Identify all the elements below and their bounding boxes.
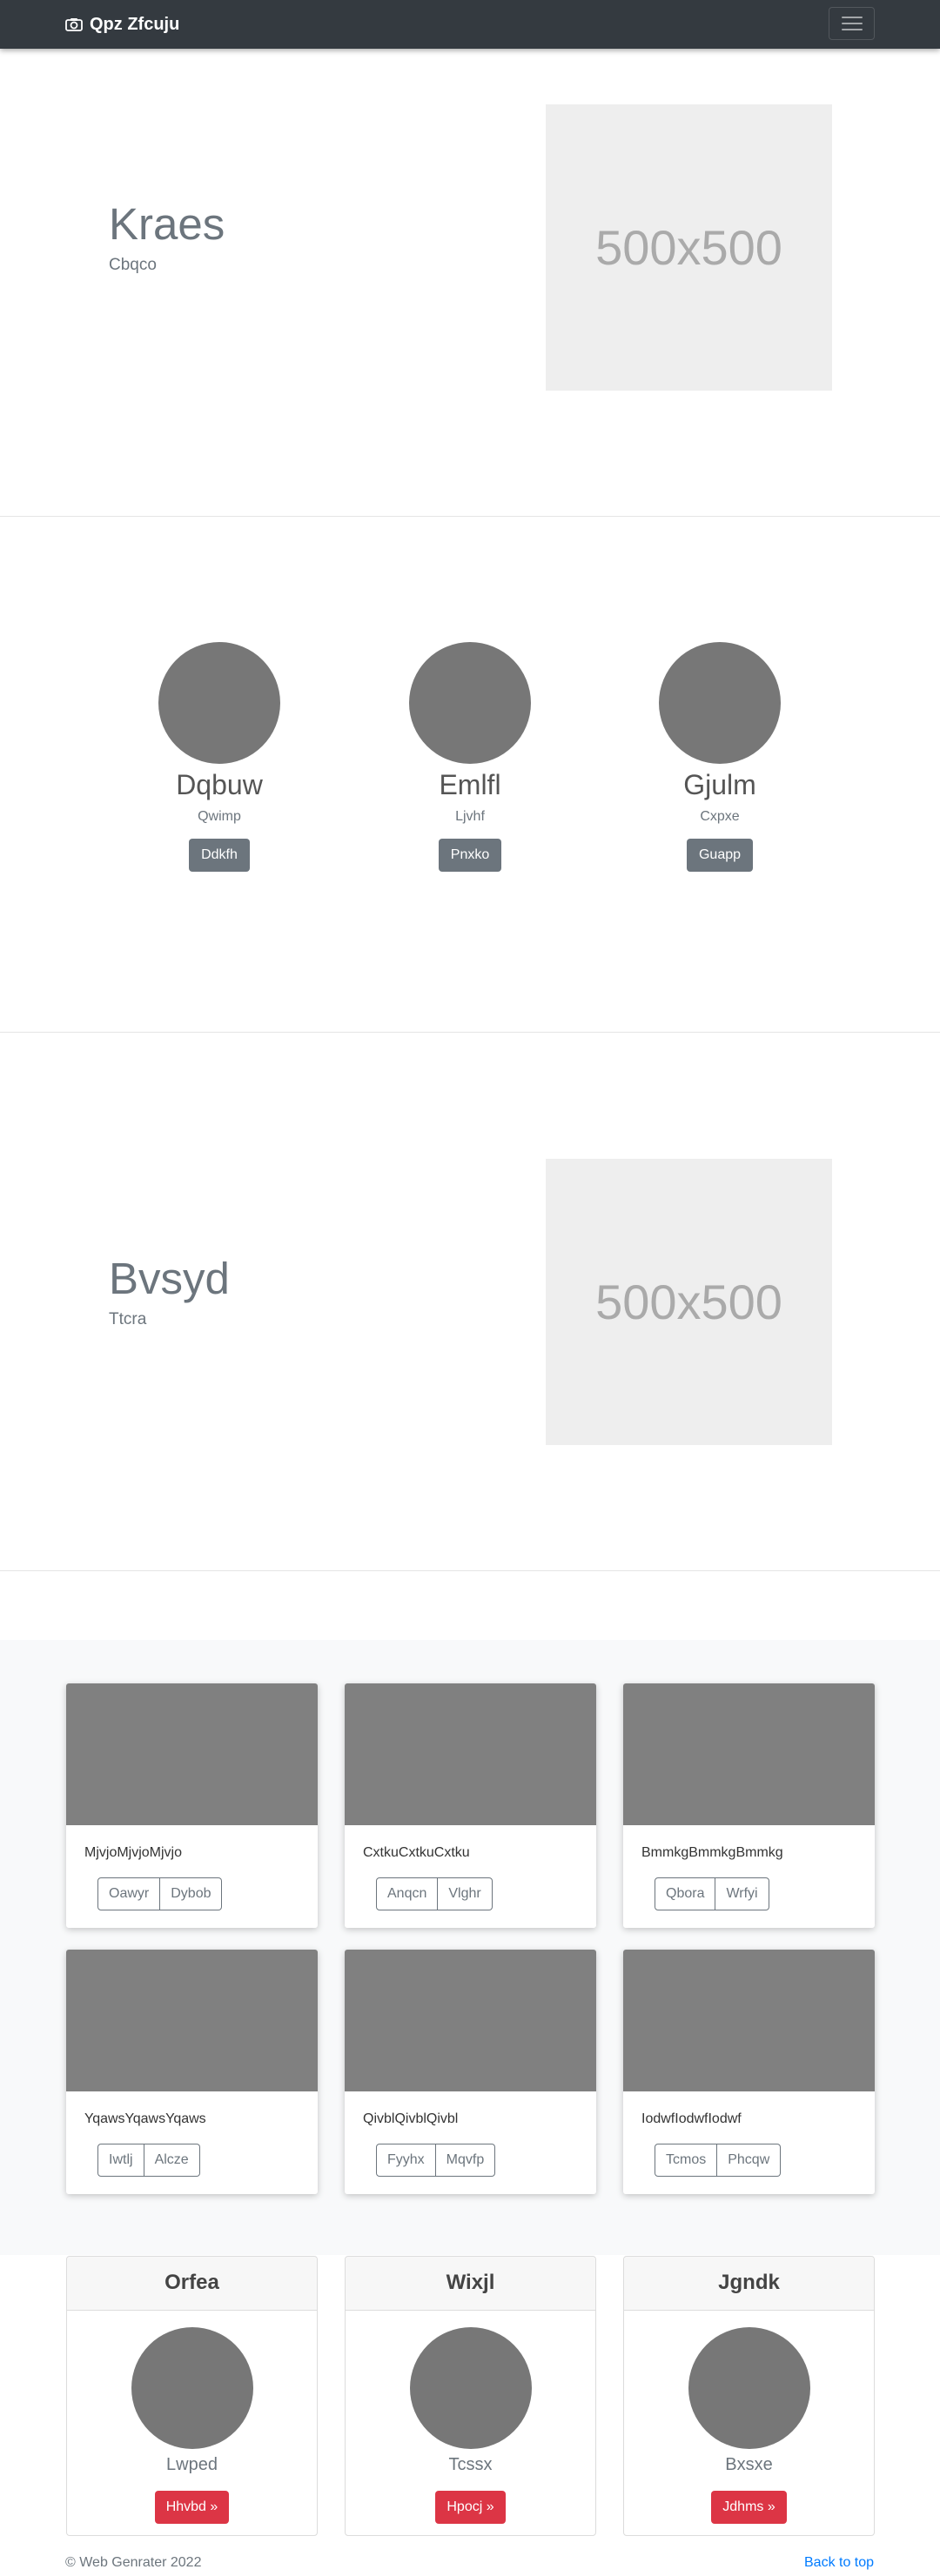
footer-copyright: © Web Genrater 2022 <box>65 2555 202 2570</box>
feature-card-button[interactable]: Hhvbd » <box>154 2491 230 2524</box>
album-card: IodwfIodwfIodwf Tcmos Phcqw <box>623 1950 875 2194</box>
back-to-top-link[interactable]: Back to top <box>804 2555 874 2571</box>
member-name: Dqbuw <box>176 769 263 800</box>
feature-card: Orfea Lwped Hhvbd » <box>66 2256 318 2536</box>
feature-card: Jgndk Bxsxe Jdhms » <box>623 2256 875 2536</box>
album-card: MjvjoMjvjoMjvjo Oawyr Dybob <box>66 1683 318 1928</box>
avatar <box>688 2327 810 2449</box>
member-button[interactable]: Guapp <box>686 839 754 872</box>
feature-card-name: Lwped <box>166 2455 218 2474</box>
feature-card-button[interactable]: Jdhms » <box>711 2491 787 2524</box>
member-name: Emlfl <box>439 769 501 800</box>
album-card: QivblQivblQivbl Fyyhx Mqvfp <box>345 1950 596 2194</box>
card-image-placeholder <box>623 1683 875 1825</box>
card-button[interactable]: Fyyhx <box>376 2144 436 2177</box>
hero-image-placeholder: 500x500 <box>546 1159 832 1445</box>
card-button[interactable]: Dybob <box>160 1877 223 1910</box>
hero-title: Bvsyd <box>109 1254 230 1303</box>
brand-text: Qpz Zfcuju <box>90 14 180 34</box>
section-divider <box>0 1570 940 1571</box>
card-button[interactable]: Wrfyi <box>715 1877 769 1910</box>
card-text: YqawsYqawsYqaws <box>84 2111 206 2126</box>
card-image-placeholder <box>66 1683 318 1825</box>
member-button[interactable]: Ddkfh <box>189 839 250 872</box>
card-text: QivblQivblQivbl <box>363 2111 459 2126</box>
card-button[interactable]: Alcze <box>144 2144 200 2177</box>
avatar <box>158 642 280 764</box>
team-member: Gjulm Cxpxe Guapp <box>633 642 807 872</box>
feature-card-button[interactable]: Hpocj » <box>435 2491 506 2524</box>
placeholder-label: 500x500 <box>595 220 782 275</box>
card-text: CxtkuCxtkuCxtku <box>363 1845 470 1860</box>
hero-subtitle: Ttcra <box>109 1310 147 1328</box>
section-divider <box>0 516 940 517</box>
placeholder-label: 500x500 <box>595 1275 782 1329</box>
card-button-group: Anqcn Vlghr <box>376 1877 493 1910</box>
feature-card-name: Tcssx <box>448 2455 493 2474</box>
album-card: YqawsYqawsYqaws Iwtlj Alcze <box>66 1950 318 2194</box>
album-card: CxtkuCxtkuCxtku Anqcn Vlghr <box>345 1683 596 1928</box>
card-button-group: Tcmos Phcqw <box>655 2144 782 2177</box>
team-member: Emlfl Ljvhf Pnxko <box>383 642 557 872</box>
navbar-brand[interactable]: Qpz Zfcuju <box>65 0 179 49</box>
member-role: Ljvhf <box>455 809 485 824</box>
menu-toggle-button[interactable] <box>829 7 875 40</box>
avatar <box>409 2327 532 2449</box>
card-button-group: Oawyr Dybob <box>97 1877 223 1910</box>
avatar <box>131 2327 253 2449</box>
card-button-group: Iwtlj Alcze <box>97 2144 200 2177</box>
card-button-group: Qbora Wrfyi <box>655 1877 769 1910</box>
album-card: BmmkgBmmkgBmmkg Qbora Wrfyi <box>623 1683 875 1928</box>
feature-card-name: Bxsxe <box>725 2455 773 2474</box>
card-button[interactable]: Qbora <box>655 1877 716 1910</box>
feature-card-header: Jgndk <box>624 2257 874 2311</box>
member-name: Gjulm <box>683 769 756 800</box>
card-text: IodwfIodwfIodwf <box>641 2111 742 2126</box>
member-button[interactable]: Pnxko <box>438 839 502 872</box>
card-image-placeholder <box>345 1683 596 1825</box>
card-button[interactable]: Oawyr <box>97 1877 161 1910</box>
feature-card-header: Wixjl <box>346 2257 595 2311</box>
avatar <box>659 642 781 764</box>
hero-title: Kraes <box>109 199 225 249</box>
card-button[interactable]: Anqcn <box>376 1877 439 1910</box>
card-image-placeholder <box>345 1950 596 2091</box>
navbar: Qpz Zfcuju <box>0 0 940 49</box>
feature-card: Wixjl Tcssx Hpocj » <box>345 2256 596 2536</box>
hero-subtitle: Cbqco <box>109 256 157 274</box>
feature-card-header: Orfea <box>67 2257 317 2311</box>
team-member: Dqbuw Qwimp Ddkfh <box>132 642 306 872</box>
card-image-placeholder <box>66 1950 318 2091</box>
section-divider <box>0 1032 940 1033</box>
card-button[interactable]: Tcmos <box>655 2144 718 2177</box>
card-button[interactable]: Mqvfp <box>435 2144 496 2177</box>
card-image-placeholder <box>623 1950 875 2091</box>
card-button[interactable]: Phcqw <box>717 2144 782 2177</box>
camera-icon <box>65 18 83 31</box>
card-button[interactable]: Vlghr <box>438 1877 493 1910</box>
card-text: BmmkgBmmkgBmmkg <box>641 1845 783 1860</box>
hero-image-placeholder: 500x500 <box>546 104 832 391</box>
avatar <box>409 642 531 764</box>
member-role: Qwimp <box>198 809 241 824</box>
hamburger-icon <box>841 17 863 18</box>
card-text: MjvjoMjvjoMjvjo <box>84 1845 183 1860</box>
card-button[interactable]: Iwtlj <box>97 2144 144 2177</box>
card-button-group: Fyyhx Mqvfp <box>376 2144 496 2177</box>
member-role: Cxpxe <box>700 809 740 824</box>
